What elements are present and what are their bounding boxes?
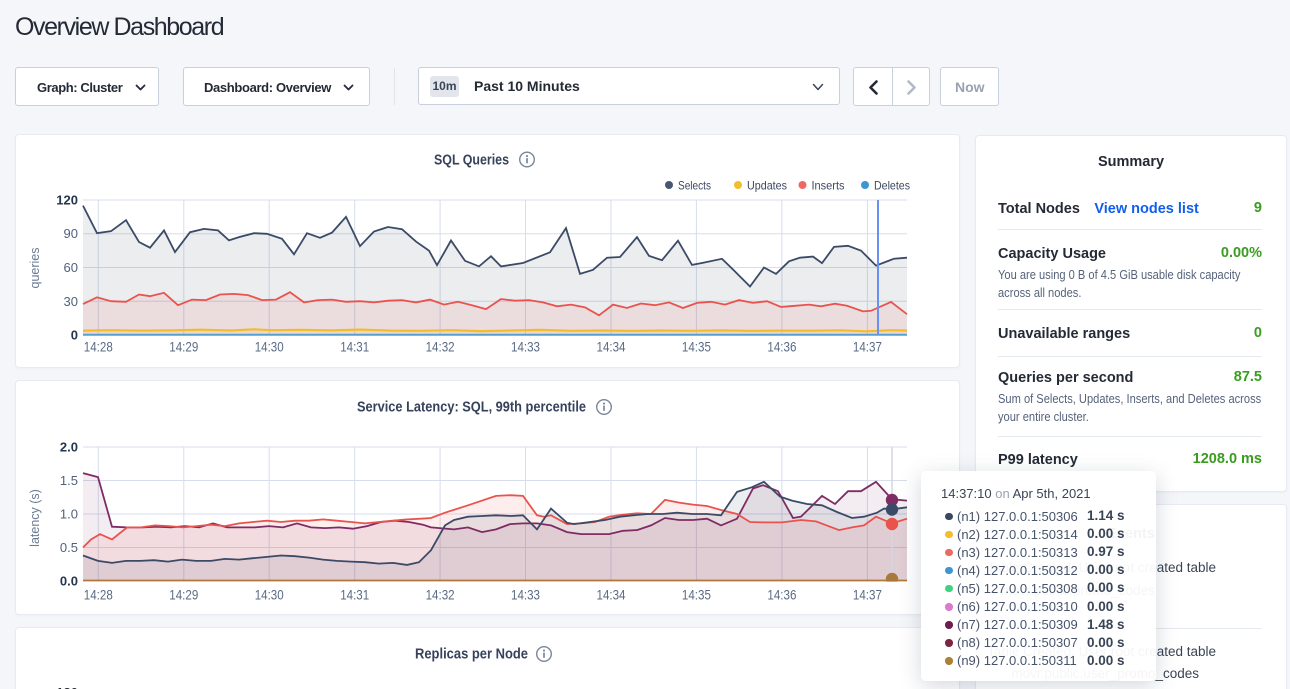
svg-text:30: 30: [64, 294, 78, 309]
svg-text:14:32: 14:32: [426, 340, 455, 355]
svg-text:14:36: 14:36: [767, 588, 796, 603]
svg-text:0.0: 0.0: [60, 574, 78, 589]
svg-text:90: 90: [64, 226, 78, 241]
svg-text:14:28: 14:28: [84, 588, 113, 603]
svg-text:14:34: 14:34: [597, 340, 626, 355]
svg-text:60: 60: [64, 260, 78, 275]
svg-text:latency (s): latency (s): [28, 489, 42, 547]
svg-text:Service Latency: SQL, 99th per: Service Latency: SQL, 99th percentile: [357, 400, 586, 416]
svg-text:1.5: 1.5: [60, 473, 78, 488]
svg-text:14:30: 14:30: [255, 588, 284, 603]
svg-text:Inserts: Inserts: [812, 179, 845, 193]
svg-text:SQL Queries: SQL Queries: [434, 153, 509, 169]
svg-text:queries: queries: [28, 248, 42, 289]
svg-text:Replicas per Node: Replicas per Node: [415, 647, 528, 663]
svg-text:1.0: 1.0: [60, 507, 78, 522]
svg-text:14:31: 14:31: [340, 340, 369, 355]
svg-text:120: 120: [56, 193, 78, 208]
svg-text:14:33: 14:33: [511, 340, 540, 355]
svg-text:14:30: 14:30: [255, 340, 284, 355]
svg-text:0: 0: [71, 328, 78, 343]
svg-text:14:37: 14:37: [853, 588, 882, 603]
svg-text:120: 120: [56, 685, 78, 689]
svg-text:Selects: Selects: [678, 179, 711, 193]
svg-text:14:34: 14:34: [597, 588, 626, 603]
svg-text:Deletes: Deletes: [874, 179, 910, 193]
svg-text:14:33: 14:33: [511, 588, 540, 603]
svg-text:14:29: 14:29: [169, 588, 198, 603]
svg-text:14:35: 14:35: [682, 340, 711, 355]
svg-text:14:29: 14:29: [169, 340, 198, 355]
svg-text:2.0: 2.0: [60, 440, 78, 455]
svg-text:14:32: 14:32: [426, 588, 455, 603]
svg-text:0.5: 0.5: [60, 540, 78, 555]
svg-text:14:36: 14:36: [767, 340, 796, 355]
svg-text:14:28: 14:28: [84, 340, 113, 355]
svg-text:Updates: Updates: [747, 179, 787, 193]
svg-text:14:35: 14:35: [682, 588, 711, 603]
svg-text:14:37: 14:37: [853, 340, 882, 355]
svg-text:14:31: 14:31: [340, 588, 369, 603]
